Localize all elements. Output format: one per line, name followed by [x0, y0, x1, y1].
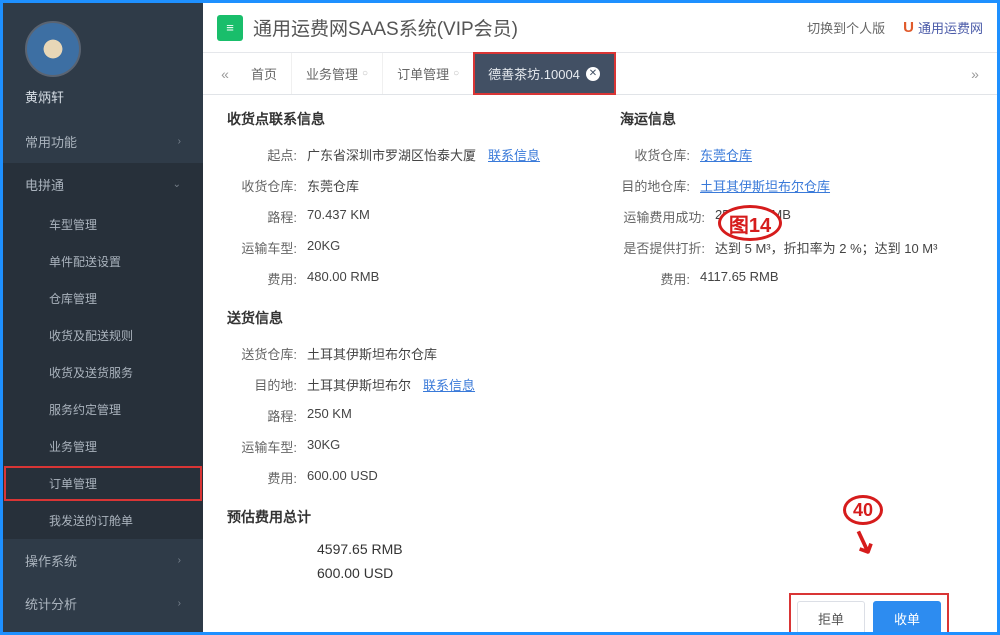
switch-personal-link[interactable]: 切换到个人版	[807, 18, 885, 37]
sea-dest-link[interactable]: 土耳其伊斯坦布尔仓库	[700, 179, 830, 194]
logo-u-icon: U	[903, 19, 914, 36]
user-block: 黄炳轩	[3, 3, 203, 120]
close-icon[interactable]: ✕	[586, 67, 600, 81]
tab-active-label: 德善茶坊.10004	[488, 64, 580, 83]
pickup-section: 收货点联系信息 起点广东省深圳市罗湖区怡泰大厦联系信息 收货仓库东莞仓库 路程7…	[227, 95, 580, 294]
start-value: 广东省深圳市罗湖区怡泰大厦	[307, 148, 476, 163]
tabbar: « 首页 业务管理 ○ 订单管理 ○ 德善茶坊.10004 ✕ »	[203, 53, 997, 95]
avatar[interactable]	[25, 21, 81, 77]
pickup-route-value: 70.437 KM	[307, 207, 580, 226]
subnav-dianpintong: 车型管理 单件配送设置 仓库管理 收货及配送规则 收货及送货服务 服务约定管理 …	[3, 206, 203, 539]
delivery-vehicle-label: 运输车型	[227, 437, 307, 456]
delivery-send-value: 土耳其伊斯坦布尔仓库	[307, 344, 707, 363]
pickup-warehouse-value: 东莞仓库	[307, 176, 580, 195]
pickup-vehicle-value: 20KG	[307, 238, 580, 257]
sea-dest-label: 目的地仓库	[620, 176, 700, 195]
tab-next-icon[interactable]: »	[963, 66, 987, 82]
pickup-warehouse-label: 收货仓库	[227, 176, 307, 195]
sub-vehicle-mgmt[interactable]: 车型管理	[3, 206, 203, 243]
pickup-vehicle-label: 运输车型	[227, 238, 307, 257]
chevron-down-icon: ⌄	[173, 179, 181, 190]
pickup-fee-label: 费用	[227, 269, 307, 288]
nav-docs[interactable]: 单证管理 ›	[3, 625, 203, 635]
delivery-fee-label: 费用	[227, 468, 307, 487]
chevron-right-icon: ›	[178, 136, 181, 147]
topbar: ≡ 通用运费网SAAS系统(VIP会员) 切换到个人版 U 通用运费网	[203, 3, 997, 53]
sea-success-label: 运输费用成功	[620, 207, 715, 226]
tab-home-label: 首页	[251, 64, 277, 83]
tab-prev-icon[interactable]: «	[213, 66, 237, 82]
nav-os-label: 操作系统	[25, 551, 77, 570]
totals-section: 4597.65 RMB 600.00 USD	[227, 537, 973, 585]
sea-fee-value: 4117.65 RMB	[700, 269, 973, 288]
username: 黄炳轩	[25, 87, 203, 106]
chevron-right-icon: ›	[178, 555, 181, 566]
nav-stats-label: 统计分析	[25, 594, 77, 613]
contact-link[interactable]: 联系信息	[423, 378, 475, 393]
sub-single-delivery[interactable]: 单件配送设置	[3, 243, 203, 280]
total-rmb: 4597.65 RMB	[227, 537, 973, 561]
logo-text: 通用运费网	[918, 18, 983, 37]
sea-discount-label: 是否提供打折	[620, 238, 715, 257]
tab-order-label: 订单管理	[397, 64, 449, 83]
hamburger-icon[interactable]: ≡	[217, 15, 243, 41]
action-box: 拒单 收单	[789, 593, 949, 632]
pickup-title: 收货点联系信息	[227, 109, 580, 129]
nav-dianpintong[interactable]: 电拼通 ⌄	[3, 163, 203, 206]
pickup-route-label: 路程	[227, 207, 307, 226]
pickup-fee-value: 480.00 RMB	[307, 269, 580, 288]
chevron-right-icon: ›	[178, 598, 181, 609]
nav-stats[interactable]: 统计分析 ›	[3, 582, 203, 625]
nav-os[interactable]: 操作系统 ›	[3, 539, 203, 582]
sidebar: 黄炳轩 常用功能 › 电拼通 ⌄ 车型管理 单件配送设置 仓库管理 收货及配送规…	[3, 3, 203, 632]
sub-order-mgmt[interactable]: 订单管理	[3, 465, 203, 502]
tab-active-order[interactable]: 德善茶坊.10004 ✕	[474, 53, 615, 94]
nav-dianpintong-label: 电拼通	[25, 175, 64, 194]
tab-order[interactable]: 订单管理 ○	[383, 53, 474, 94]
start-label: 起点	[227, 145, 307, 164]
contact-link[interactable]: 联系信息	[488, 148, 540, 163]
delivery-title: 送货信息	[227, 308, 973, 328]
delivery-dest-value: 土耳其伊斯坦布尔	[307, 378, 411, 393]
sub-warehouse-mgmt[interactable]: 仓库管理	[3, 280, 203, 317]
reject-button[interactable]: 拒单	[797, 601, 865, 632]
sea-recv-link[interactable]: 东莞仓库	[700, 148, 752, 163]
sub-recv-service[interactable]: 收货及送货服务	[3, 354, 203, 391]
sea-fee-label: 费用	[620, 269, 700, 288]
sea-success-value: 250000 RMB	[715, 207, 973, 226]
accept-button[interactable]: 收单	[873, 601, 941, 632]
total-usd: 600.00 USD	[227, 561, 973, 585]
sub-recv-rules[interactable]: 收货及配送规则	[3, 317, 203, 354]
app-title: 通用运费网SAAS系统(VIP会员)	[253, 14, 791, 41]
brand-logo[interactable]: U 通用运费网	[903, 18, 983, 37]
tab-circle-icon: ○	[453, 68, 459, 79]
delivery-route-label: 路程	[227, 406, 307, 425]
delivery-send-label: 送货仓库	[227, 344, 307, 363]
delivery-fee-value: 600.00 USD	[307, 468, 707, 487]
sub-service-agreement[interactable]: 服务约定管理	[3, 391, 203, 428]
delivery-vehicle-value: 30KG	[307, 437, 707, 456]
tab-biz[interactable]: 业务管理 ○	[292, 53, 383, 94]
main: ≡ 通用运费网SAAS系统(VIP会员) 切换到个人版 U 通用运费网 « 首页…	[203, 3, 997, 632]
delivery-dest-label: 目的地	[227, 375, 307, 394]
sub-biz-mgmt[interactable]: 业务管理	[3, 428, 203, 465]
total-title: 预估费用总计	[227, 507, 973, 527]
sea-section: 海运信息 收货仓库东莞仓库 目的地仓库土耳其伊斯坦布尔仓库 运输费用成功2500…	[620, 95, 973, 294]
content: 收货点联系信息 起点广东省深圳市罗湖区怡泰大厦联系信息 收货仓库东莞仓库 路程7…	[203, 95, 997, 632]
tab-biz-label: 业务管理	[306, 64, 358, 83]
sea-discount-value: 达到 5 M³，折扣率为 2 %；达到 10 M³	[715, 238, 973, 257]
sub-my-bookings[interactable]: 我发送的订舱单	[3, 502, 203, 539]
tab-circle-icon: ○	[362, 68, 368, 79]
nav-common[interactable]: 常用功能 ›	[3, 120, 203, 163]
delivery-route-value: 250 KM	[307, 406, 707, 425]
nav-common-label: 常用功能	[25, 132, 77, 151]
sea-title: 海运信息	[620, 109, 973, 129]
delivery-section: 送货仓库土耳其伊斯坦布尔仓库 目的地土耳其伊斯坦布尔联系信息 路程250 KM …	[227, 338, 707, 493]
action-bar: 拒单 收单	[227, 585, 973, 632]
sea-recv-label: 收货仓库	[620, 145, 700, 164]
tab-home[interactable]: 首页	[237, 53, 292, 94]
